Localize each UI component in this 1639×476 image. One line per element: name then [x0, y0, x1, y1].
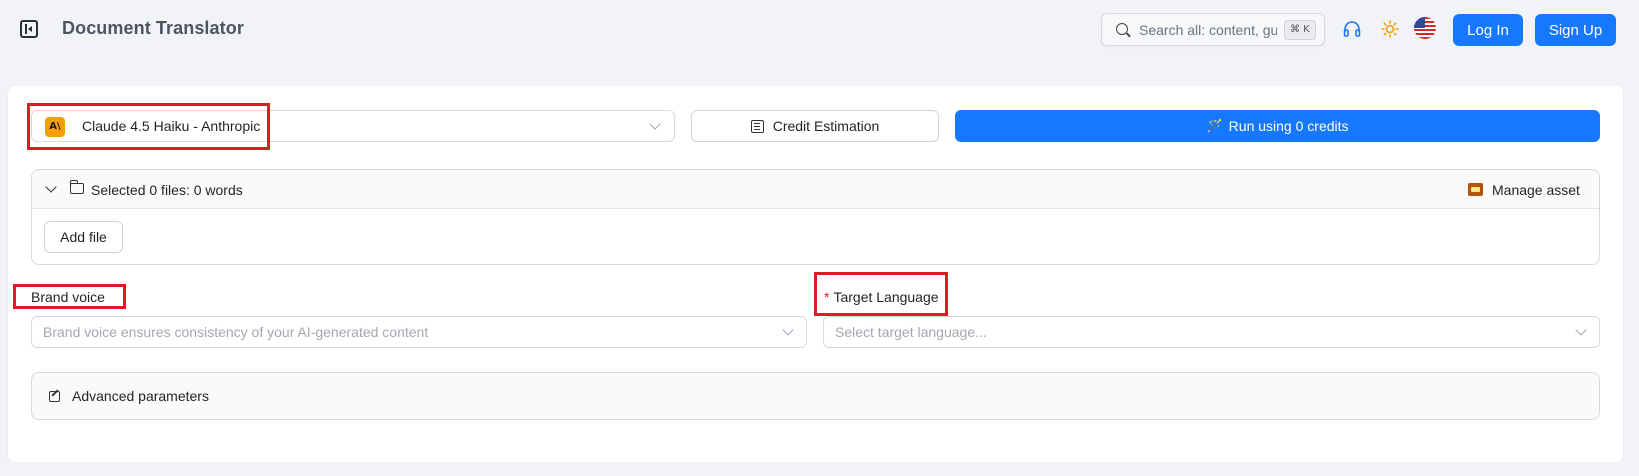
search-placeholder: Search all: content, gui: [1139, 22, 1277, 38]
chevron-down-icon: [649, 118, 661, 130]
anthropic-logo-icon: A\: [45, 117, 65, 137]
asset-box-icon: [1468, 183, 1483, 196]
chevron-down-icon[interactable]: [45, 181, 57, 193]
calculator-icon: [750, 119, 764, 133]
search-icon: [1116, 23, 1128, 35]
run-button[interactable]: 🪄 Run using 0 credits: [955, 110, 1600, 142]
login-button[interactable]: Log In: [1453, 14, 1523, 46]
chevron-down-icon: [1575, 324, 1587, 336]
us-flag-icon[interactable]: [1414, 17, 1436, 39]
magic-wand-icon: 🪄: [1206, 118, 1223, 133]
top-header: Document Translator Search all: content,…: [0, 0, 1639, 60]
brand-voice-placeholder: Brand voice ensures consistency of your …: [43, 324, 429, 340]
target-language-label-wrap: * Target Language: [824, 289, 939, 305]
credit-estimation-label: Credit Estimation: [772, 118, 880, 134]
advanced-parameters-label: Advanced parameters: [72, 388, 209, 404]
app-title: Document Translator: [62, 18, 244, 38]
run-button-label: Run using 0 credits: [1228, 118, 1349, 134]
required-mark: *: [824, 289, 830, 305]
brand-voice-label: Brand voice: [31, 289, 105, 305]
model-label: Claude 4.5 Haiku - Anthropic: [82, 118, 261, 134]
target-language-select[interactable]: Select target language...: [823, 316, 1600, 348]
add-file-button[interactable]: Add file: [44, 221, 123, 253]
edit-icon: [49, 391, 60, 402]
credit-estimation-button[interactable]: Credit Estimation: [691, 110, 939, 142]
search-shortcut-badge: ⌘ K: [1284, 20, 1316, 40]
sidebar-toggle-icon[interactable]: [20, 20, 38, 38]
advanced-parameters-panel[interactable]: Advanced parameters: [31, 372, 1600, 420]
files-summary: Selected 0 files: 0 words: [91, 182, 243, 198]
chevron-down-icon: [782, 324, 794, 336]
model-select[interactable]: A\ Claude 4.5 Haiku - Anthropic: [31, 110, 675, 142]
folder-icon: [69, 180, 84, 194]
manage-asset-link[interactable]: Manage asset: [1492, 182, 1580, 198]
signup-button[interactable]: Sign Up: [1535, 14, 1616, 46]
target-language-placeholder: Select target language...: [835, 324, 987, 340]
files-panel: Selected 0 files: 0 words Manage asset A…: [31, 169, 1600, 265]
global-search[interactable]: Search all: content, gui ⌘ K: [1101, 13, 1325, 46]
target-language-label: Target Language: [833, 289, 939, 305]
headset-icon[interactable]: [1343, 21, 1361, 37]
files-panel-header[interactable]: Selected 0 files: 0 words Manage asset: [32, 170, 1599, 209]
sun-icon[interactable]: [1381, 20, 1399, 38]
brand-voice-select[interactable]: Brand voice ensures consistency of your …: [31, 316, 807, 348]
